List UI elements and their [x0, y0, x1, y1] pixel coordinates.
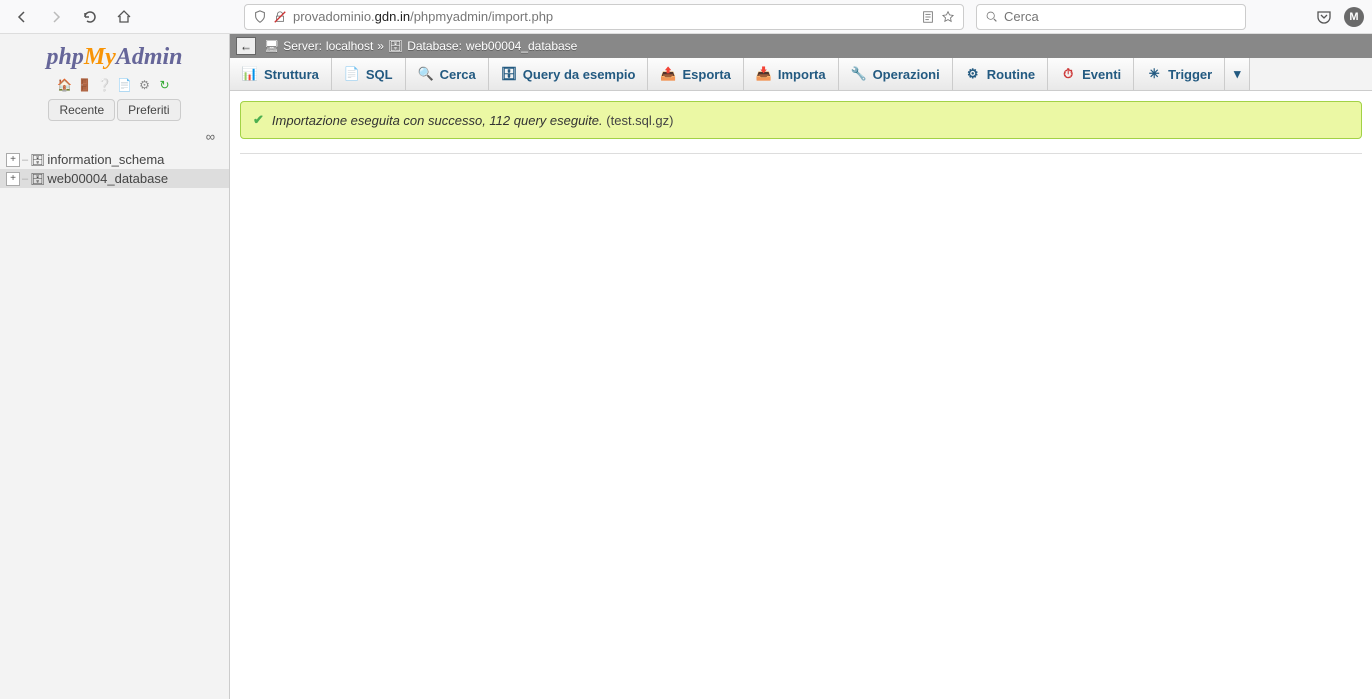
home-icon[interactable]: 🏠: [57, 77, 73, 93]
db-item-web00004[interactable]: + – 🗄 web00004_database: [0, 169, 229, 188]
logo-php: php: [46, 44, 83, 70]
sidebar-tabs: Recente Preferiti: [0, 99, 229, 121]
tab-esporta[interactable]: 📤 Esporta: [648, 58, 743, 90]
tab-label: Cerca: [440, 67, 476, 82]
exit-icon[interactable]: 🚪: [77, 77, 93, 93]
browser-search-input[interactable]: [1004, 9, 1237, 24]
forward-button[interactable]: [42, 3, 70, 31]
database-icon: 🗄: [30, 172, 45, 186]
tab-operazioni[interactable]: 🔧 Operazioni: [839, 58, 953, 90]
expand-icon[interactable]: +: [6, 172, 20, 186]
tab-cerca[interactable]: 🔍 Cerca: [406, 58, 489, 90]
tab-routine[interactable]: ⚙ Routine: [953, 58, 1048, 90]
tab-label: SQL: [366, 67, 393, 82]
tab-sql[interactable]: 📄 SQL: [332, 58, 406, 90]
db-item-information-schema[interactable]: + – 🗄 information_schema: [0, 150, 229, 169]
divider: [240, 153, 1362, 154]
tab-label: Operazioni: [873, 67, 940, 82]
sidebar-mini-icons: 🏠 🚪 ❔ 📄 ⚙ ↻: [57, 77, 173, 93]
trigger-icon: ✳: [1146, 66, 1162, 82]
routine-icon: ⚙: [965, 66, 981, 82]
expand-icon[interactable]: +: [6, 153, 20, 167]
success-notice: ✔ Importazione eseguita con successo, 11…: [240, 101, 1362, 139]
server-label: Server:: [283, 39, 322, 53]
pocket-icon[interactable]: [1316, 9, 1332, 25]
chevron-down-icon: ▾: [1234, 66, 1241, 82]
breadcrumb: ← 🖥 Server: localhost » 🗄 Database: web0…: [230, 34, 1372, 58]
tab-label: Struttura: [264, 67, 319, 82]
export-icon: 📤: [660, 66, 676, 82]
phpmyadmin-logo[interactable]: phpMyAdmin: [46, 44, 182, 71]
tab-importa[interactable]: 📥 Importa: [744, 58, 839, 90]
search-icon: [985, 10, 998, 23]
tab-label: Eventi: [1082, 67, 1121, 82]
db-label: Database:: [407, 39, 462, 53]
tab-label: Trigger: [1168, 67, 1212, 82]
import-icon: 📥: [756, 66, 772, 82]
notice-message: Importazione eseguita con successo, 112 …: [272, 113, 603, 128]
tab-trigger[interactable]: ✳ Trigger: [1134, 58, 1225, 90]
tab-query-esempio[interactable]: 🗄 Query da esempio: [489, 58, 649, 90]
structure-icon: 📊: [242, 66, 258, 82]
db-label: information_schema: [47, 152, 164, 167]
tab-label: Importa: [778, 67, 826, 82]
tab-label: Esporta: [682, 67, 730, 82]
tab-more[interactable]: ▾: [1225, 58, 1250, 90]
server-value[interactable]: localhost: [326, 39, 373, 53]
notice-text: Importazione eseguita con successo, 112 …: [272, 113, 674, 128]
url-prefix: provadominio.: [293, 9, 375, 24]
notice-file: (test.sql.gz): [606, 113, 673, 128]
back-button[interactable]: [8, 3, 36, 31]
url-bar[interactable]: provadominio.gdn.in/phpmyadmin/import.ph…: [244, 4, 964, 30]
favorites-tab[interactable]: Preferiti: [117, 99, 180, 121]
database-tree: + – 🗄 information_schema + – 🗄 web00004_…: [0, 150, 229, 188]
url-domain: gdn.in: [375, 9, 410, 24]
database-icon: 🗄: [30, 153, 45, 167]
collapse-icon[interactable]: ∞: [206, 129, 215, 144]
sql-icon: 📄: [344, 66, 360, 82]
recent-tab[interactable]: Recente: [48, 99, 115, 121]
db-value[interactable]: web00004_database: [466, 39, 577, 53]
tree-line-icon: –: [22, 173, 28, 185]
db-label: web00004_database: [47, 171, 168, 186]
logo-admin: Admin: [116, 44, 183, 70]
tab-label: Query da esempio: [523, 67, 636, 82]
reload-icon[interactable]: ↻: [157, 77, 173, 93]
check-icon: ✔: [253, 112, 264, 128]
shield-icon: [253, 10, 267, 24]
avatar-letter: M: [1349, 11, 1358, 23]
main-tabs: 📊 Struttura 📄 SQL 🔍 Cerca 🗄 Query da esempio…: [230, 58, 1372, 91]
breadcrumb-back-button[interactable]: ←: [236, 37, 256, 55]
database-icon: 🗄: [388, 39, 403, 53]
browser-right-icons: M: [1316, 7, 1364, 27]
sidebar: phpMyAdmin 🏠 🚪 ❔ 📄 ⚙ ↻ Recente Preferiti…: [0, 34, 230, 699]
tree-line-icon: –: [22, 154, 28, 166]
tab-label: Routine: [987, 67, 1035, 82]
help-icon[interactable]: ❔: [97, 77, 113, 93]
reader-icon[interactable]: [921, 10, 935, 24]
browser-toolbar: provadominio.gdn.in/phpmyadmin/import.ph…: [0, 0, 1372, 34]
url-text: provadominio.gdn.in/phpmyadmin/import.ph…: [293, 9, 915, 24]
content: ← 🖥 Server: localhost » 🗄 Database: web0…: [230, 34, 1372, 699]
avatar[interactable]: M: [1344, 7, 1364, 27]
query-icon: 🗄: [501, 66, 517, 82]
home-button[interactable]: [110, 3, 138, 31]
url-path: /phpmyadmin/import.php: [410, 9, 553, 24]
events-icon: ⏱: [1060, 66, 1076, 82]
settings-icon[interactable]: ⚙: [137, 77, 153, 93]
search-icon: 🔍: [418, 66, 434, 82]
lock-insecure-icon: [273, 10, 287, 24]
server-icon: 🖥: [264, 39, 279, 53]
sql-icon[interactable]: 📄: [117, 77, 133, 93]
operations-icon: 🔧: [851, 66, 867, 82]
tab-eventi[interactable]: ⏱ Eventi: [1048, 58, 1134, 90]
logo-my: My: [84, 44, 116, 70]
browser-search-bar[interactable]: [976, 4, 1246, 30]
tab-struttura[interactable]: 📊 Struttura: [230, 58, 332, 90]
reload-button[interactable]: [76, 3, 104, 31]
bookmark-star-icon[interactable]: [941, 10, 955, 24]
breadcrumb-separator: »: [377, 39, 384, 53]
